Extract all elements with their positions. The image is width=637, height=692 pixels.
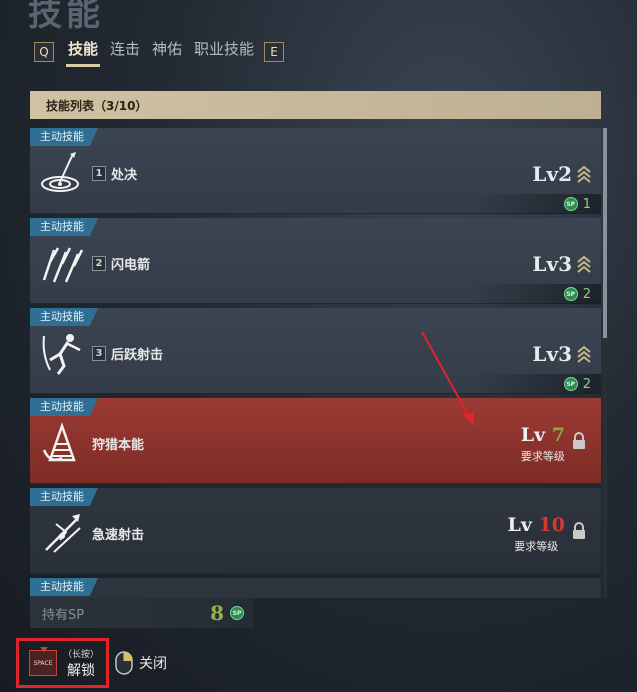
skill-level: Lv3 — [532, 342, 591, 366]
sp-cost-value: 2 — [582, 376, 591, 392]
skill-name-text: 闪电箭 — [111, 258, 151, 273]
mouse-right-click-icon — [115, 651, 133, 675]
skill-list-header: 技能列表（3/10） — [30, 91, 601, 119]
skill-list: 主动技能 1 处决 Lv2 SP 1 主动技能 2 闪电箭 Lv3 SP 2 主… — [30, 128, 601, 598]
skill-type-tag: 主动技能 — [30, 218, 98, 236]
skill-name-text: 狩猎本能 — [92, 438, 145, 453]
skill-type-tag: 主动技能 — [30, 308, 98, 326]
skill-card-rapid-shot[interactable]: 主动技能 急速射击 Lv 10 要求等级 — [30, 488, 601, 574]
hunter-instinct-icon — [42, 422, 76, 462]
sp-icon: SP — [563, 287, 578, 301]
skill-type-tag: 主动技能 — [30, 578, 98, 596]
skill-name: 2 闪电箭 — [92, 254, 150, 273]
skill-name: 狩猎本能 — [92, 434, 144, 453]
required-level-value: 10 — [538, 514, 565, 536]
skill-name: 1 处决 — [92, 164, 137, 183]
unlock-label: 解锁 — [67, 662, 95, 679]
sp-cost: SP 1 — [471, 194, 601, 214]
skill-type-tag: 主动技能 — [30, 488, 98, 506]
upgrade-chevrons-icon[interactable] — [577, 345, 591, 363]
skill-name-text: 急速射击 — [92, 528, 145, 543]
space-key-icon: SPACE — [29, 647, 57, 676]
sp-icon: SP — [563, 377, 578, 391]
required-level-label: 要求等级 — [514, 540, 559, 553]
sp-icon: SP — [230, 606, 244, 620]
close-label: 关闭 — [139, 656, 167, 672]
hold-hint: （长按） — [63, 649, 100, 660]
skill-card-hunter-instinct[interactable]: 主动技能 狩猎本能 Lv 7 要求等级 — [30, 398, 601, 484]
footer-actions: SPACE （长按） 解锁 关闭 — [16, 638, 167, 688]
skill-type-tag: 主动技能 — [30, 398, 98, 416]
sp-cost-value: 1 — [582, 196, 591, 212]
tab-skills[interactable]: 技能 — [65, 38, 101, 67]
skill-level: Lv3 — [532, 252, 591, 276]
skill-level-text: Lv3 — [532, 252, 572, 276]
scrollbar-thumb[interactable] — [603, 128, 607, 338]
sp-cost: SP 2 — [471, 284, 601, 304]
slot-number: 1 — [92, 166, 106, 181]
skill-card-partial[interactable]: 主动技能 — [30, 578, 601, 598]
page-title: 技能 — [28, 0, 104, 34]
skill-name: 3 后跃射击 — [92, 344, 163, 363]
required-level-value: 7 — [551, 424, 565, 446]
skill-name: 急速射击 — [92, 524, 144, 543]
prev-tab-key[interactable]: Q — [34, 41, 54, 62]
upgrade-chevrons-icon[interactable] — [577, 165, 591, 183]
owned-sp-value: 8 — [210, 601, 224, 625]
required-level-label: 要求等级 — [520, 450, 565, 463]
skill-level-text: Lv3 — [532, 342, 572, 366]
close-button[interactable]: 关闭 — [115, 651, 167, 675]
slot-number: 2 — [92, 256, 106, 271]
upgrade-chevrons-icon[interactable] — [577, 255, 591, 273]
leap-archer-icon — [42, 334, 81, 375]
skill-level: Lv2 — [532, 162, 591, 186]
unlock-button[interactable]: SPACE （长按） 解锁 — [16, 638, 109, 688]
skill-level-text: Lv2 — [532, 162, 572, 186]
skill-name-text: 处决 — [111, 168, 138, 183]
lock-icon — [573, 522, 585, 539]
skill-type-tag: 主动技能 — [30, 128, 98, 146]
skill-card-execute[interactable]: 主动技能 1 处决 Lv2 SP 1 — [30, 128, 601, 214]
required-level: Lv 7 — [520, 424, 565, 446]
tab-bar: Q 技能 连击 神佑 职业技能 E — [34, 38, 285, 67]
required-level: Lv 10 — [507, 514, 565, 536]
sp-cost: SP 2 — [471, 374, 601, 394]
list-scrollbar[interactable] — [603, 128, 607, 598]
lock-icon — [573, 432, 585, 449]
tab-blessing[interactable]: 神佑 — [152, 38, 182, 65]
skill-card-lightning-arrow[interactable]: 主动技能 2 闪电箭 Lv3 SP 2 — [30, 218, 601, 304]
sp-cost-value: 2 — [582, 286, 591, 302]
owned-sp-label: 持有SP — [42, 607, 85, 623]
unlock-requirement: Lv 7 要求等级 — [521, 424, 587, 464]
lightning-arrows-icon — [42, 247, 84, 283]
skill-name-text: 后跃射击 — [111, 348, 164, 363]
skill-card-leap-shot[interactable]: 主动技能 3 后跃射击 Lv3 SP 2 — [30, 308, 601, 394]
target-arrow-icon — [41, 152, 79, 192]
sp-icon: SP — [563, 197, 578, 211]
owned-sp-panel: 持有SP 8 SP — [30, 598, 254, 628]
tab-combo[interactable]: 连击 — [110, 38, 140, 65]
rapid-shot-icon — [45, 514, 81, 553]
next-tab-key[interactable]: E — [264, 41, 285, 62]
unlock-requirement: Lv 10 要求等级 — [508, 514, 587, 554]
slot-number: 3 — [92, 346, 106, 361]
tab-class-skills[interactable]: 职业技能 — [194, 38, 254, 65]
